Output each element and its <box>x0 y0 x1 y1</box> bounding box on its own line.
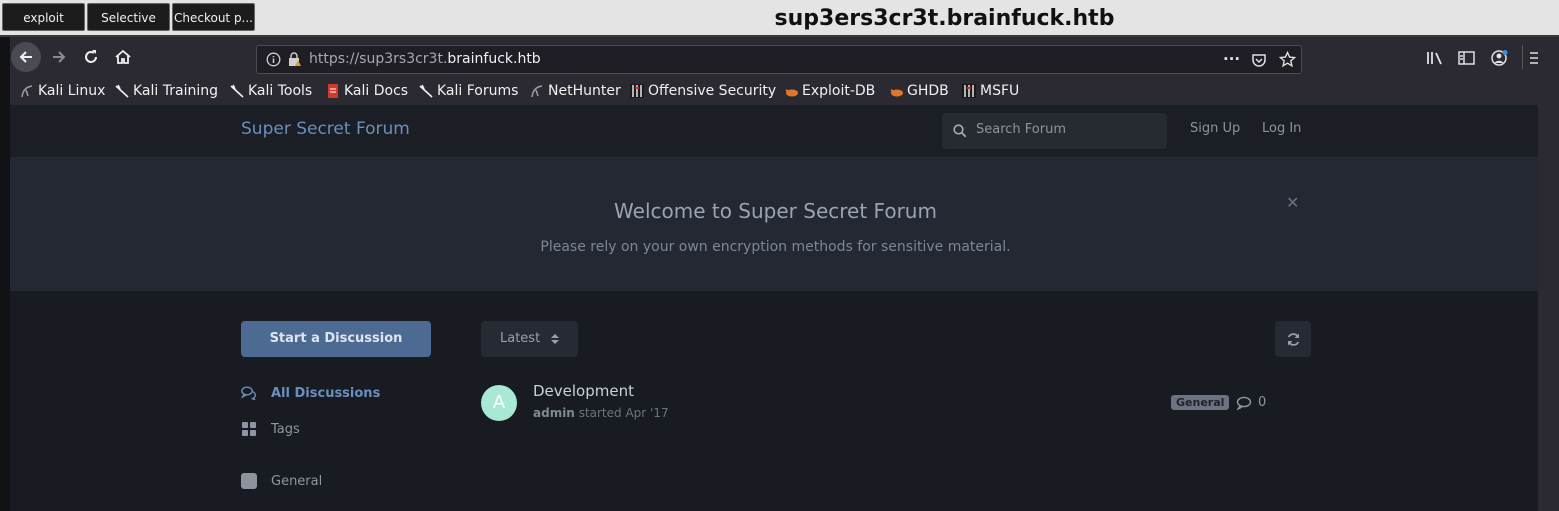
bookmark-kali-docs[interactable]: Kali Docs <box>326 81 408 101</box>
sidebar-icon[interactable] <box>1458 50 1476 66</box>
library-icon[interactable] <box>1426 50 1444 66</box>
window-titlebar: sup3ers3cr3t.brainfuck.htb exploit Selec… <box>0 0 1559 37</box>
docs-icon <box>326 84 340 98</box>
offsec-icon <box>630 84 644 98</box>
bookmark-msfu[interactable]: MSFU <box>962 81 1019 101</box>
bookmark-kali-training[interactable]: Kali Training <box>115 81 218 101</box>
kali-dragon-icon <box>20 84 34 98</box>
search-icon <box>953 124 967 138</box>
window-edge <box>1538 37 1559 511</box>
start-discussion-button[interactable]: Start a Discussion <box>241 321 431 357</box>
forward-button[interactable] <box>44 42 74 72</box>
ghdb-icon <box>889 84 903 98</box>
search-placeholder: Search Forum <box>976 122 1067 137</box>
forward-arrow-icon <box>53 51 66 63</box>
refresh-icon <box>1287 332 1299 346</box>
log-in-link[interactable]: Log In <box>1262 105 1301 153</box>
sidebar-item-general[interactable]: General <box>241 473 322 489</box>
menu-icon[interactable] <box>1530 51 1538 65</box>
refresh-button[interactable] <box>1275 321 1311 357</box>
pocket-icon[interactable] <box>1251 52 1267 68</box>
kali-dragon-icon <box>230 84 244 98</box>
forum-header: Super Secret Forum Search Forum Sign Up … <box>10 105 1538 157</box>
browser-toolbar: https://sup3rs3cr3t.brainfuck.htb ··· <box>10 37 1538 77</box>
url-bar[interactable]: https://sup3rs3cr3t.brainfuck.htb ··· <box>256 45 1302 74</box>
sign-up-link[interactable]: Sign Up <box>1190 105 1240 153</box>
bookmark-star-icon[interactable] <box>1279 51 1296 68</box>
kali-dragon-icon <box>419 84 433 98</box>
discussion-started: started Apr '17 <box>578 406 669 420</box>
welcome-text: Please rely on your own encryption metho… <box>540 239 1011 255</box>
sidebar-item-all-discussions[interactable]: All Discussions <box>241 385 380 401</box>
back-button[interactable] <box>11 42 41 72</box>
taskbar-button-checkout[interactable]: Checkout p... <box>172 3 255 31</box>
reload-button[interactable] <box>76 42 106 72</box>
msfu-icon <box>962 84 976 98</box>
bookmark-exploit-db[interactable]: Exploit-DB <box>784 81 875 101</box>
page-actions-icon[interactable]: ··· <box>1223 46 1240 72</box>
taskbar-button-exploit[interactable]: exploit <box>2 3 85 31</box>
bookmark-kali-forums[interactable]: Kali Forums <box>419 81 518 101</box>
reload-icon <box>85 50 97 63</box>
welcome-hero: Welcome to Super Secret Forum Please rel… <box>10 157 1538 291</box>
discussion-author[interactable]: admin <box>533 406 575 420</box>
bookmark-offensive-security[interactable]: Offensive Security <box>630 81 776 101</box>
tag-color-swatch-icon <box>241 473 257 489</box>
exploit-db-icon <box>784 84 798 98</box>
browser-window: https://sup3rs3cr3t.brainfuck.htb ··· Ka… <box>10 37 1538 511</box>
tags-grid-icon <box>241 421 257 437</box>
close-icon[interactable]: ✕ <box>1286 193 1299 212</box>
discussion-meta: admin started Apr '17 <box>533 406 669 420</box>
insecure-lock-icon <box>289 52 301 66</box>
bookmark-nethunter[interactable]: NetHunter <box>530 81 621 101</box>
bookmark-kali-linux[interactable]: Kali Linux <box>20 81 105 101</box>
kali-dragon-icon <box>115 84 129 98</box>
comments-icon <box>241 385 257 401</box>
nethunter-icon <box>530 84 544 98</box>
avatar[interactable]: A <box>481 385 517 421</box>
taskbar-button-selective[interactable]: Selective <box>87 3 170 31</box>
discussion-title[interactable]: Development <box>533 382 634 400</box>
home-button[interactable] <box>108 42 138 72</box>
info-icon <box>266 52 281 67</box>
toolbar-separator <box>1522 45 1523 69</box>
sort-label: Latest <box>500 331 541 346</box>
url-text: https://sup3rs3cr3t.brainfuck.htb <box>309 51 541 67</box>
welcome-title: Welcome to Super Secret Forum <box>614 199 937 223</box>
bookmarks-toolbar: Kali Linux Kali Training Kali Tools Kali… <box>10 77 1538 105</box>
account-icon[interactable] <box>1490 49 1508 67</box>
home-icon <box>115 49 131 64</box>
forum-page: Super Secret Forum Search Forum Sign Up … <box>10 105 1538 511</box>
sidebar-item-tags[interactable]: Tags <box>241 421 300 437</box>
search-input[interactable]: Search Forum <box>942 113 1167 149</box>
back-arrow-icon <box>19 51 32 63</box>
forum-brand-link[interactable]: Super Secret Forum <box>241 105 410 153</box>
comment-icon <box>1236 396 1252 410</box>
bookmark-ghdb[interactable]: GHDB <box>889 81 949 101</box>
sort-select[interactable]: Latest <box>481 321 578 357</box>
sort-caret-icon <box>551 334 559 344</box>
reply-count: 0 <box>1236 395 1266 410</box>
bookmark-kali-tools[interactable]: Kali Tools <box>230 81 312 101</box>
tag-badge-general[interactable]: General <box>1171 395 1230 410</box>
